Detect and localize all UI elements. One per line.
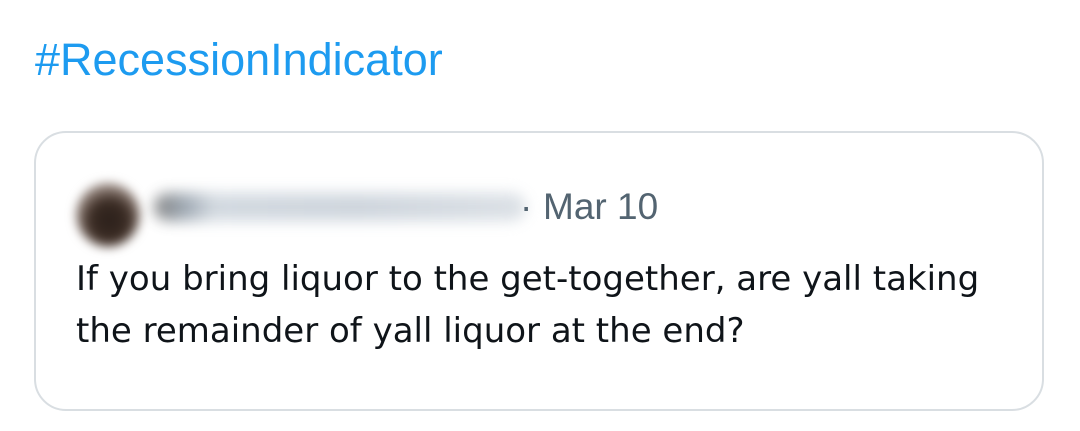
hashtag-link[interactable]: #RecessionIndicator	[35, 30, 443, 90]
meta-separator: ·	[520, 186, 533, 227]
post-date[interactable]: Mar 10	[543, 185, 658, 229]
quoted-post-card[interactable]: · Mar 10 If you bring liquor to the get-…	[34, 131, 1044, 411]
blurred-user-handle	[154, 193, 526, 221]
post-text: If you bring liquor to the get-together,…	[76, 259, 980, 351]
avatar[interactable]	[76, 183, 140, 247]
